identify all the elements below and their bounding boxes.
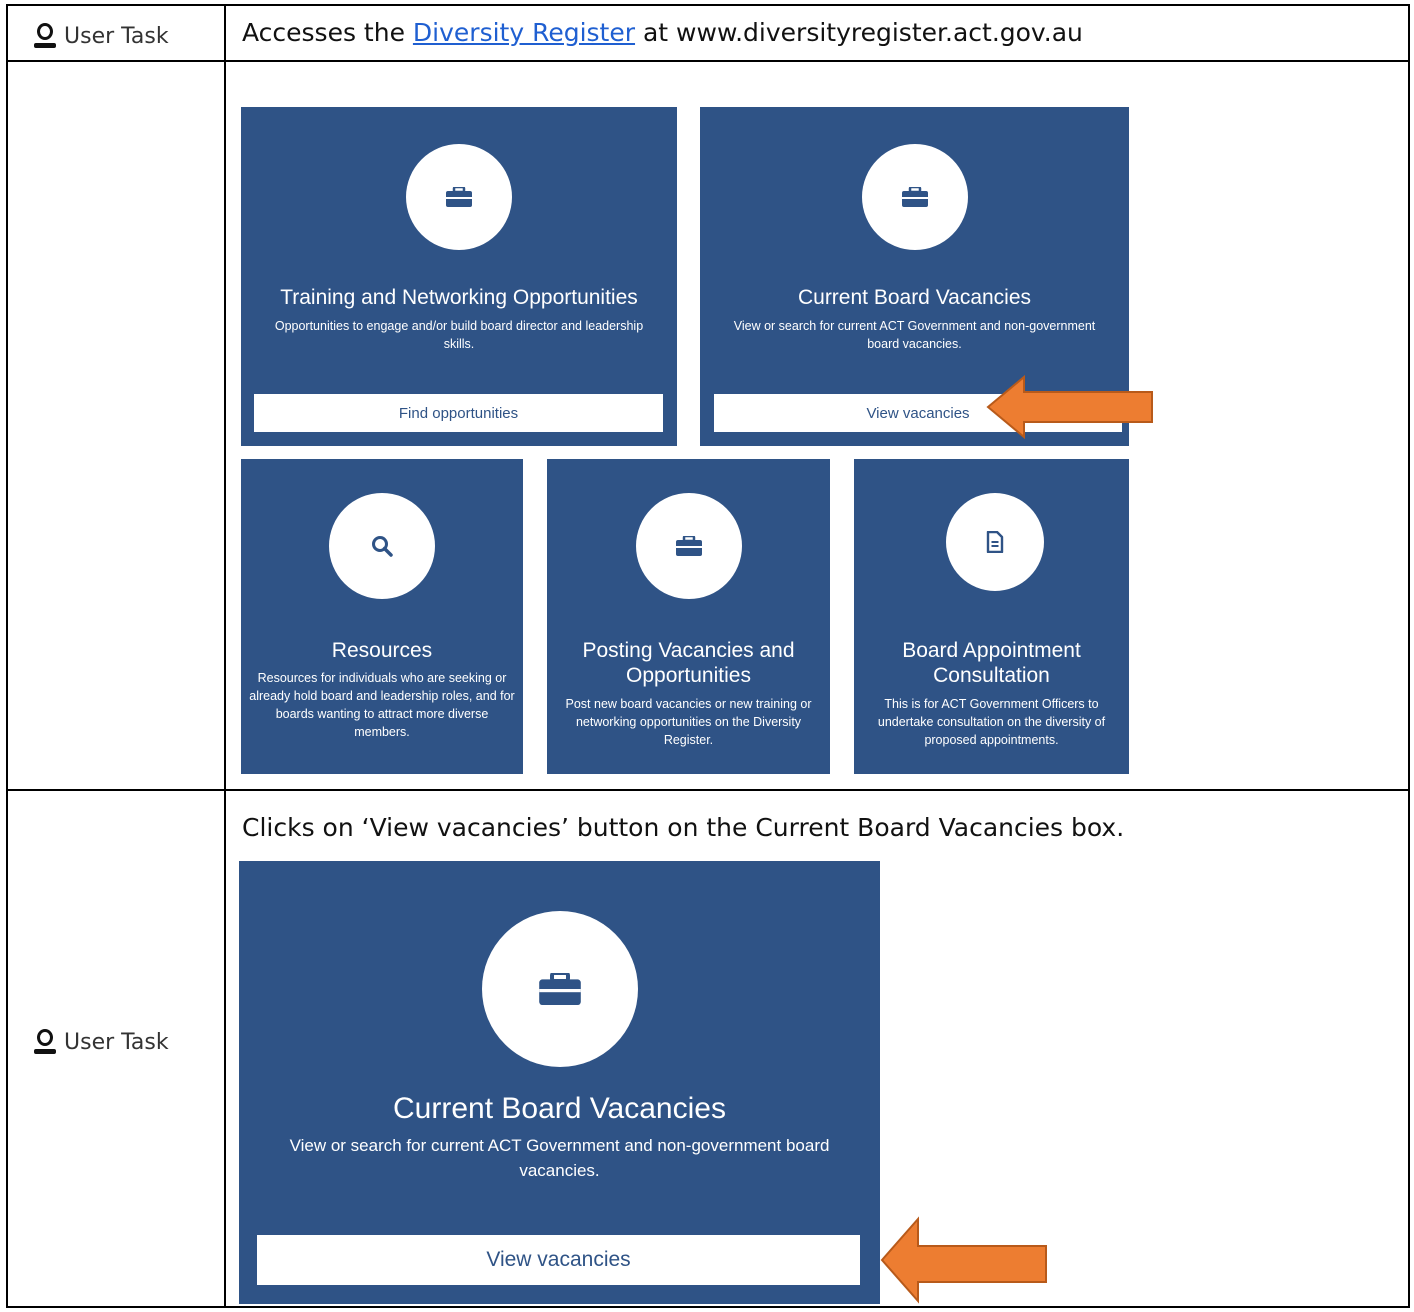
document-icon xyxy=(946,493,1044,591)
user-task-label: User Task xyxy=(34,23,169,49)
tile-description: View or search for current ACT Governmen… xyxy=(733,319,1096,352)
find-opportunities-button[interactable]: Find opportunities xyxy=(254,394,663,432)
row-divider xyxy=(6,60,1410,62)
tile-current-board-vacancies-zoom: Current Board Vacancies View or search f… xyxy=(239,861,880,1304)
user-icon xyxy=(34,23,56,49)
tile-title: Current Board Vacancies xyxy=(393,1092,726,1125)
briefcase-icon xyxy=(406,144,512,250)
briefcase-icon xyxy=(861,144,968,250)
diversity-register-link[interactable]: Diversity Register xyxy=(413,18,635,47)
tile-title: Posting Vacancies and Opportunities xyxy=(582,639,795,688)
user-icon xyxy=(34,1029,56,1055)
tile-title: Resources xyxy=(331,639,433,662)
tile-title: Training and Networking Opportunities xyxy=(280,286,638,309)
search-icon xyxy=(329,493,435,599)
briefcase-icon xyxy=(481,911,638,1067)
user-task-text: User Task xyxy=(64,1029,169,1055)
row-divider xyxy=(6,789,1410,791)
tile-title: Board Appointment Consultation xyxy=(902,639,1081,688)
step-text-suffix: at www.diversityregister.act.gov.au xyxy=(642,18,1083,47)
tile-description: This is for ACT Government Officers to u… xyxy=(877,697,1106,748)
tile-title: Current Board Vacancies xyxy=(797,286,1032,309)
tile-training: Training and Networking Opportunities Op… xyxy=(241,107,677,446)
step-text: Clicks on ‘View vacancies’ button on the… xyxy=(242,813,1125,842)
briefcase-icon xyxy=(635,493,742,599)
tile-description: Resources for individuals who are seekin… xyxy=(249,671,515,740)
tile-description: Post new board vacancies or new training… xyxy=(565,697,812,748)
tile-description: View or search for current ACT Governmen… xyxy=(289,1136,830,1180)
column-divider xyxy=(224,4,226,1308)
step-text-prefix: Accesses the xyxy=(242,18,405,47)
pointer-arrow-icon xyxy=(880,1216,1047,1304)
user-task-text: User Task xyxy=(64,23,169,49)
tile-resources: Resources Resources for individuals who … xyxy=(241,459,523,774)
view-vacancies-button[interactable]: View vacancies xyxy=(257,1235,860,1285)
tile-description: Opportunities to engage and/or build boa… xyxy=(274,319,644,352)
step-text: Accesses the Diversity Register at www.d… xyxy=(242,18,1083,47)
tile-board-appointment-consultation: Board Appointment Consultation This is f… xyxy=(854,459,1129,774)
pointer-arrow-icon xyxy=(986,375,1153,439)
tile-posting-vacancies: Posting Vacancies and Opportunities Post… xyxy=(547,459,830,774)
user-task-label: User Task xyxy=(34,1029,169,1055)
